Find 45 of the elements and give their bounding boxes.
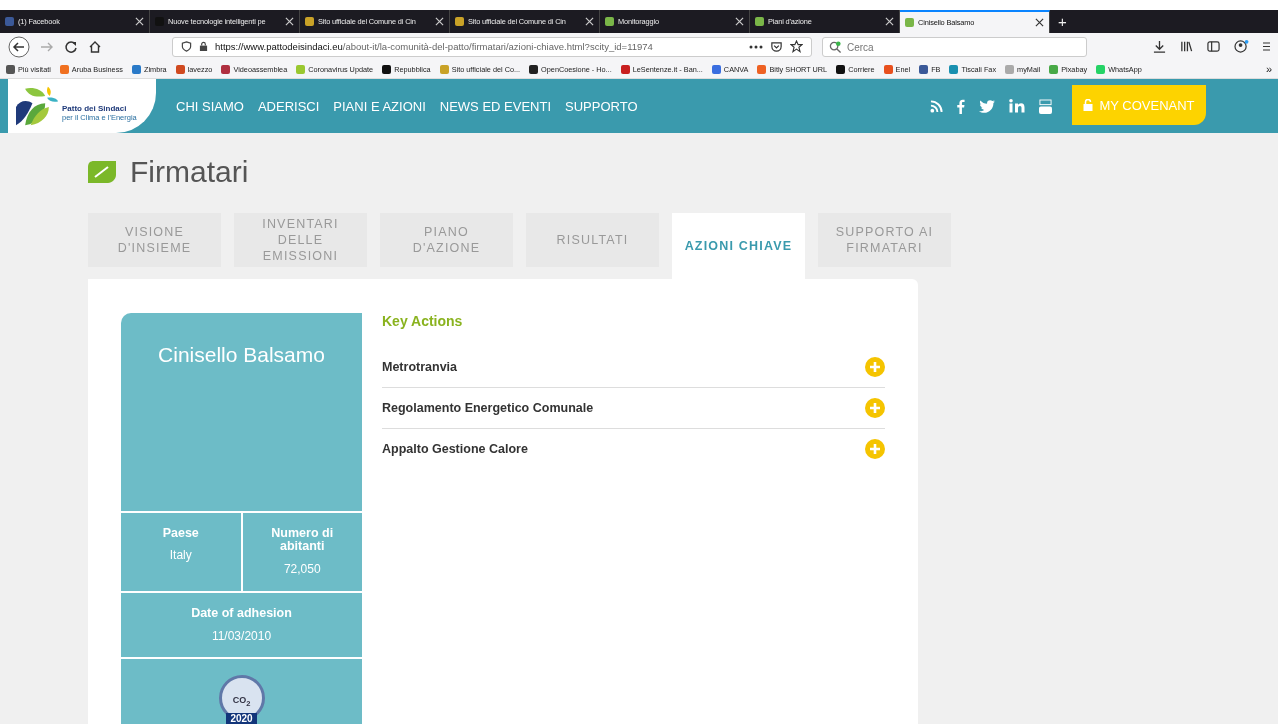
close-icon[interactable] — [1035, 18, 1044, 27]
home-icon[interactable] — [88, 39, 102, 54]
back-icon[interactable] — [8, 35, 30, 58]
info-label: Date of adhesion — [191, 607, 292, 622]
action-row[interactable]: Regolamento Energetico Comunale — [382, 388, 885, 429]
reload-icon[interactable] — [64, 39, 78, 54]
action-row[interactable]: Metrotranvia — [382, 347, 885, 388]
pocket-icon[interactable] — [770, 40, 783, 53]
download-icon[interactable] — [1153, 40, 1166, 53]
new-tab-button[interactable]: + — [1050, 10, 1075, 33]
search-field[interactable]: Cerca — [822, 37, 1087, 57]
overflow-button[interactable]: » — [1265, 63, 1272, 75]
logo-title: Patto dei Sindaci — [62, 104, 128, 113]
rss-icon[interactable] — [930, 99, 943, 113]
action-row[interactable]: Appalto Gestione Calore — [382, 429, 885, 469]
menu-icon[interactable] — [1263, 40, 1270, 53]
library-icon[interactable] — [1180, 40, 1193, 53]
info-value: Italy — [169, 548, 192, 563]
linkedin-icon[interactable] — [1009, 99, 1025, 113]
page-title: Firmatari — [130, 155, 249, 189]
shield-icon — [181, 41, 192, 52]
action-title: Appalto Gestione Calore — [382, 442, 528, 456]
info-label: Numero di abitanti — [270, 526, 335, 554]
logo-icon — [14, 85, 60, 127]
section-heading: Key Actions — [382, 313, 464, 329]
badge-label: CO$_{2}$ — [232, 695, 251, 709]
info-value: 72,050 — [283, 562, 321, 576]
city-name: Cinisello Balsamo — [121, 313, 362, 513]
more-icon[interactable] — [749, 44, 763, 49]
address-bar[interactable]: https://www.pattodeisindaci.eu/about-it/la-comunità-del-patto/firmatari/azioni-chiave.html?scity_id=11974 — [172, 36, 812, 57]
action-title: Regolamento Energetico Comunale — [382, 401, 594, 415]
badge-year: 2020 — [226, 713, 257, 724]
unlock-icon — [1083, 99, 1094, 111]
sidebar-icon[interactable] — [1207, 40, 1220, 53]
twitter-icon[interactable] — [979, 99, 995, 113]
leaf-icon — [88, 161, 116, 183]
url-text: https://www.pattodeisindaci.eu/about-it/la-comunità-del-patto/firmatari/azioni-chiave.html?scity_id=11974 — [215, 41, 654, 52]
lock-icon — [199, 41, 208, 52]
facebook-icon[interactable] — [957, 98, 965, 114]
action-title: Metrotranvia — [382, 360, 458, 374]
info-value: 11/03/2010 — [211, 629, 272, 644]
account-icon[interactable] — [1234, 40, 1249, 53]
star-icon[interactable] — [790, 40, 803, 53]
search-icon — [829, 40, 842, 54]
info-label: Paese — [162, 526, 199, 541]
